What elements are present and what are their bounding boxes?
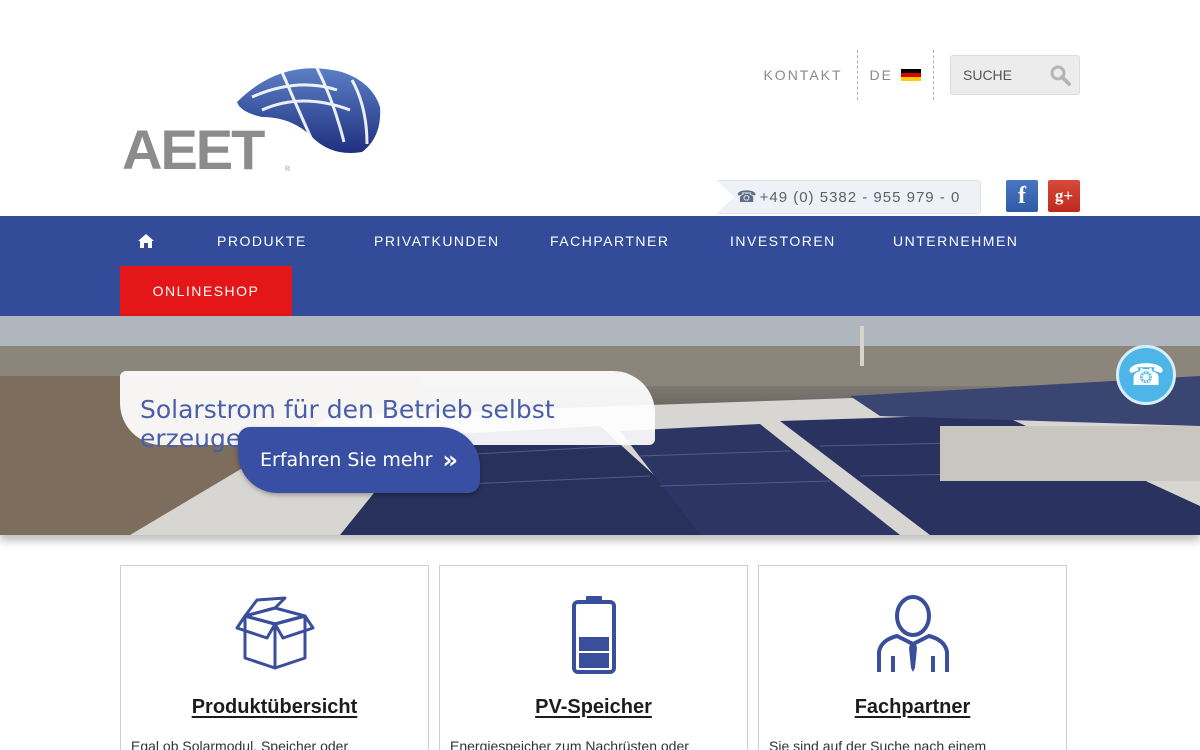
double-chevron-right-icon: »	[442, 446, 457, 474]
battery-icon	[571, 596, 616, 674]
phone-number: +49 (0) 5382 - 955 979 - 0	[759, 188, 961, 206]
card-produktuebersicht[interactable]: Produktübersicht Egal ob Solarmodul, Spe…	[120, 565, 429, 750]
main-nav: PRODUKTE PRIVATKUNDEN FACHPARTNER INVEST…	[0, 216, 1200, 316]
card-teaser: Sie sind auf der Suche nach einem	[769, 738, 987, 750]
card-fachpartner[interactable]: Fachpartner Sie sind auf der Suche nach …	[758, 565, 1067, 750]
search-icon[interactable]	[1049, 64, 1071, 86]
hero-banner: Solarstrom für den Betrieb selbst erzeug…	[0, 316, 1200, 535]
svg-text:®: ®	[285, 165, 291, 173]
top-links: KONTAKT DE	[763, 50, 1080, 100]
card-pv-speicher[interactable]: PV-Speicher Energiespeicher zum Nachrüst…	[439, 565, 748, 750]
phone-icon: ☎	[736, 189, 758, 206]
onlineshop-button[interactable]: ONLINESHOP	[120, 266, 292, 316]
nav-item-produkte[interactable]: PRODUKTE	[217, 233, 307, 249]
nav-item-investoren[interactable]: INVESTOREN	[730, 233, 836, 249]
card-teaser: Energiespeicher zum Nachrüsten oder	[450, 738, 689, 750]
kontakt-link[interactable]: KONTAKT	[763, 50, 858, 100]
card-teaser: Egal ob Solarmodul, Speicher oder	[131, 738, 349, 750]
google-plus-icon[interactable]: g+	[1048, 180, 1080, 212]
facebook-icon[interactable]: f	[1006, 180, 1038, 212]
nav-item-unternehmen[interactable]: UNTERNEHMEN	[893, 233, 1018, 249]
card-title[interactable]: Produktübersicht	[121, 696, 428, 719]
nav-item-privatkunden[interactable]: PRIVATKUNDEN	[374, 233, 500, 249]
german-flag-icon	[901, 69, 921, 81]
hero-cta-button[interactable]: Erfahren Sie mehr »	[238, 427, 480, 493]
search-input[interactable]	[963, 67, 1043, 83]
svg-text:AEET: AEET	[122, 118, 265, 177]
page: AEET ® KONTAKT DE ☎ +49 (0) 5382 - 955 9…	[0, 0, 1200, 750]
language-label: DE	[869, 67, 893, 83]
call-bubble-icon[interactable]: ☎	[1116, 345, 1176, 405]
phone-number-box[interactable]: ☎ +49 (0) 5382 - 955 979 - 0	[716, 180, 981, 214]
card-title[interactable]: Fachpartner	[759, 696, 1066, 719]
businessman-icon	[876, 595, 949, 672]
hero-cta-label: Erfahren Sie mehr	[260, 449, 433, 471]
home-icon[interactable]	[137, 233, 155, 249]
search-box[interactable]	[950, 55, 1080, 95]
language-selector[interactable]: DE	[858, 50, 934, 100]
nav-item-fachpartner[interactable]: FACHPARTNER	[550, 233, 669, 249]
card-title[interactable]: PV-Speicher	[440, 696, 747, 719]
box-icon	[235, 596, 314, 670]
aeet-logo[interactable]: AEET ®	[122, 62, 387, 177]
